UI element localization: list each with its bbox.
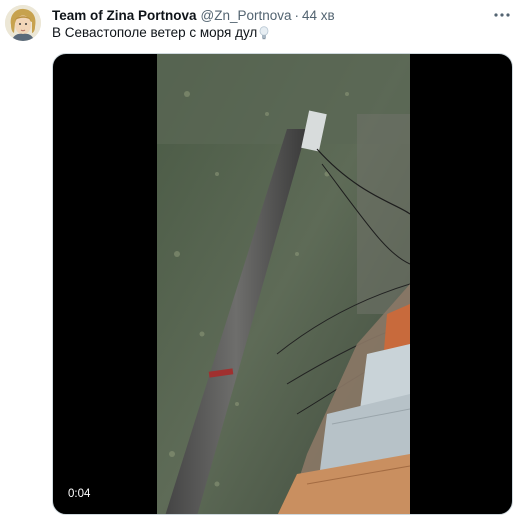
tweet-text-row: В Севастополе ветер с моря дул [52,24,270,42]
tweet-text: В Севастополе ветер с моря дул [52,25,258,40]
avatar[interactable] [5,5,41,41]
tweet-header: Team of Zina Portnova @Zn_Portnova · 44 … [52,7,335,25]
separator-dot: · [294,8,300,23]
author-name[interactable]: Team of Zina Portnova [52,7,197,25]
light-bulb-icon [258,26,270,40]
video-frame [157,54,410,514]
video-player[interactable]: 0:04 [52,53,513,515]
video-duration: 0:04 [68,488,91,500]
avatar-portrait-icon [5,5,41,41]
video-thumbnail [157,54,410,514]
tweet-timestamp[interactable]: 44 хв [302,7,335,25]
author-handle[interactable]: @Zn_Portnova [201,7,292,25]
more-options-icon[interactable] [491,4,513,26]
